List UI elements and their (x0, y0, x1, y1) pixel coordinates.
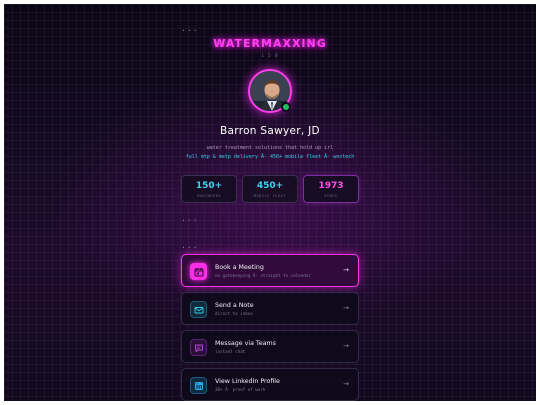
book-meeting-button[interactable]: Book a Meeting no gatekeeping Â· straigh… (181, 254, 359, 287)
linkedin-profile-button[interactable]: View LinkedIn Profile 30+ Â· proof of wo… (181, 368, 359, 401)
section-dots: ... (181, 241, 199, 250)
calendar-icon (190, 263, 207, 280)
stat-mobile-fleet: 450+ MOBILE FLEET (242, 175, 298, 203)
action-title: Send a Note (215, 302, 254, 309)
stat-label: MOBILE FLEET (253, 194, 287, 198)
stat-value: 1973 (318, 181, 344, 191)
linkedin-icon (190, 377, 207, 394)
arrow-right-icon: → (343, 304, 349, 312)
profile-tagline: water treatment solutions that hold up i… (206, 145, 334, 151)
stat-since: 1973 SINCE (303, 175, 359, 203)
message-teams-button[interactable]: Message via Teams instant chat → (181, 330, 359, 363)
action-title: View LinkedIn Profile (215, 378, 280, 385)
arrow-right-icon: → (343, 266, 349, 274)
online-status-dot (281, 102, 291, 112)
stat-label: SINCE (324, 194, 338, 198)
action-description: 30+ Â· proof of work (215, 387, 266, 392)
action-description: direct to inbox (215, 311, 253, 316)
action-title: Book a Meeting (215, 264, 264, 271)
action-description: no gatekeeping Â· straight to calendar (215, 273, 311, 278)
page-frame: ... WATERMAXXING 1 5 8 Barron Sawyer, JD… (4, 4, 536, 401)
stat-engineers: 150+ ENGINEERS (181, 175, 237, 203)
profile-tagline-services: full mtp & metp delivery Â· 450+ mobile … (185, 154, 355, 160)
send-note-button[interactable]: Send a Note direct to inbox → (181, 292, 359, 325)
section-dots: ... (181, 214, 199, 223)
brand-subtitle: 1 5 8 (261, 53, 279, 58)
arrow-right-icon: → (343, 342, 349, 350)
arrow-right-icon: → (343, 380, 349, 388)
stat-value: 150+ (195, 181, 223, 191)
stat-value: 450+ (256, 181, 284, 191)
stat-label: ENGINEERS (196, 194, 222, 198)
chat-icon (190, 339, 207, 356)
profile-name: Barron Sawyer, JD (220, 125, 320, 137)
action-description: instant chat (215, 349, 246, 354)
header-dots: ... (181, 24, 199, 33)
action-title: Message via Teams (215, 340, 276, 347)
brand-title: WATERMAXXING (213, 37, 327, 50)
mail-icon (190, 301, 207, 318)
